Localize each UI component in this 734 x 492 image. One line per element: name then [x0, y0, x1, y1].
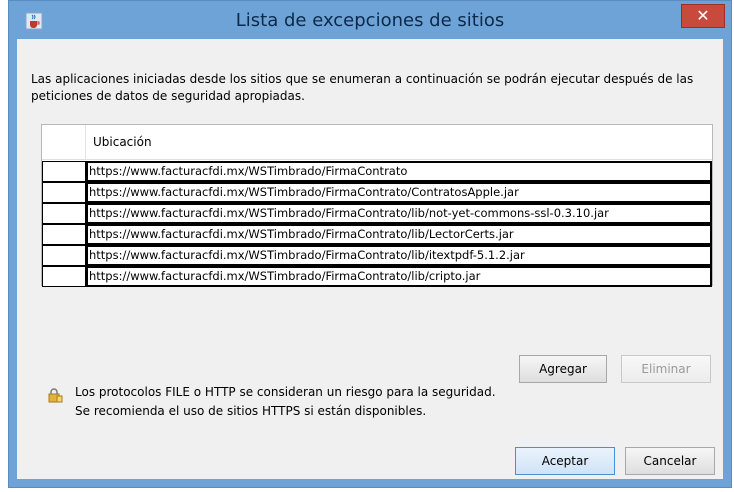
table-row[interactable]: https://www.facturacfdi.mx/WSTimbrado/Fi… — [42, 182, 712, 203]
security-warning-line2: Se recomienda el uso de sitios HTTPS si … — [75, 404, 427, 418]
table-header: Ubicación — [42, 125, 712, 160]
table-row[interactable]: https://www.facturacfdi.mx/WSTimbrado/Fi… — [42, 203, 712, 224]
description-text: Las aplicaciones iniciadas desde los sit… — [31, 72, 694, 103]
location-cell[interactable]: https://www.facturacfdi.mx/WSTimbrado/Fi… — [86, 182, 712, 203]
cancel-button[interactable]: Cancelar — [625, 447, 715, 475]
close-button[interactable]: ✕ — [681, 4, 725, 28]
row-selector[interactable] — [42, 182, 86, 203]
table-row[interactable]: https://www.facturacfdi.mx/WSTimbrado/Fi… — [42, 266, 712, 287]
security-warning-line1: Los protocolos FILE o HTTP se consideran… — [75, 385, 496, 399]
location-cell[interactable]: https://www.facturacfdi.mx/WSTimbrado/Fi… — [86, 224, 712, 245]
row-selector[interactable] — [42, 224, 86, 245]
dialog-content: Las aplicaciones iniciadas desde los sit… — [17, 39, 723, 479]
table-row[interactable]: https://www.facturacfdi.mx/WSTimbrado/Fi… — [42, 224, 712, 245]
row-header-corner — [42, 125, 86, 159]
column-header-location[interactable]: Ubicación — [93, 135, 152, 149]
location-cell[interactable]: https://www.facturacfdi.mx/WSTimbrado/Fi… — [86, 161, 712, 182]
location-cell[interactable]: https://www.facturacfdi.mx/WSTimbrado/Fi… — [86, 245, 712, 266]
row-selector[interactable] — [42, 161, 86, 182]
exception-site-table[interactable]: Ubicación https://www.facturacfdi.mx/WST… — [41, 124, 713, 287]
dialog-window: Lista de excepciones de sitios ✕ Las apl… — [8, 0, 732, 488]
location-cell[interactable]: https://www.facturacfdi.mx/WSTimbrado/Fi… — [86, 266, 712, 287]
table-row[interactable]: https://www.facturacfdi.mx/WSTimbrado/Fi… — [42, 245, 712, 266]
row-selector[interactable] — [42, 266, 86, 287]
add-button[interactable]: Agregar — [519, 355, 607, 383]
location-cell[interactable]: https://www.facturacfdi.mx/WSTimbrado/Fi… — [86, 203, 712, 224]
table-row[interactable]: https://www.facturacfdi.mx/WSTimbrado/Fi… — [42, 161, 712, 182]
accept-button[interactable]: Aceptar — [515, 447, 615, 475]
lock-warning-icon — [48, 388, 63, 403]
dialog-title: Lista de excepciones de sitios — [235, 10, 505, 31]
row-selector[interactable] — [42, 203, 86, 224]
row-selector[interactable] — [42, 245, 86, 266]
title-bar[interactable]: Lista de excepciones de sitios ✕ — [9, 1, 731, 39]
remove-button[interactable]: Eliminar — [621, 355, 711, 383]
